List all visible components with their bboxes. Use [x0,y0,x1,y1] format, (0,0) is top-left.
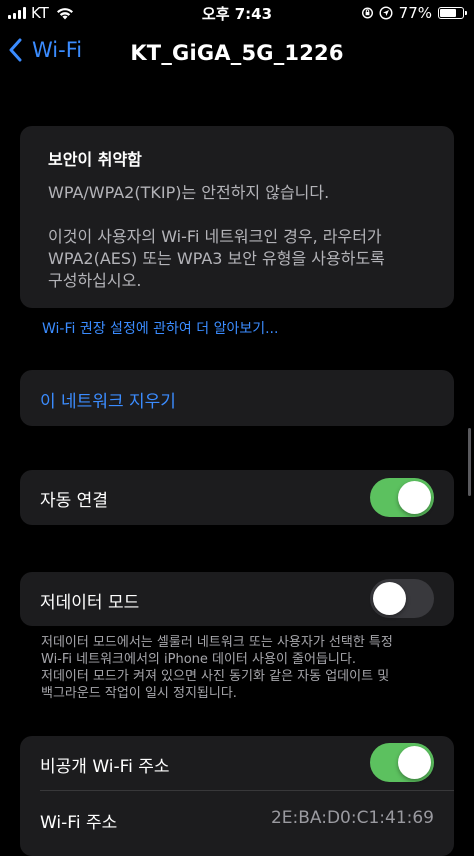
navigation-bar: Wi-Fi KT_GiGA_5G_1226 [0,30,474,76]
low-data-mode-label: 저데이터 모드 [40,593,140,613]
battery-icon [438,7,467,19]
forget-network-button[interactable]: 이 네트워크 지우기 [40,387,176,412]
warning-line: WPA/WPA2(TKIP)는 안전하지 않습니다. [48,183,330,202]
auto-join-label: 자동 연결 [40,491,108,511]
location-icon [379,6,393,20]
wifi-address-value: 2E:BA:D0:C1:41:69 [270,808,434,828]
row-divider [40,790,454,791]
toggle-knob [398,746,431,779]
status-bar: KT 오후 7:43 77% [0,0,474,26]
note-line: 저데이터 모드가 켜져 있으면 사진 동기화 같은 자동 업데이트 및 [41,669,390,684]
status-bar-right: 77% [361,4,467,22]
toggle-knob [398,481,431,514]
low-data-mode-toggle[interactable] [370,579,434,618]
security-warning-card: 보안이 취약함 WPA/WPA2(TKIP)는 안전하지 않습니다. 이것이 사… [20,126,454,308]
note-line: 저데이터 모드에서는 셀룰러 네트워크 또는 사용자가 선택한 특정 [41,635,393,650]
battery-level [440,9,456,17]
security-warning-title: 보안이 취약함 [48,150,142,169]
learn-more-link[interactable]: Wi-Fi 권장 설정에 관하여 더 알아보기... [42,318,278,338]
private-address-card: 비공개 Wi-Fi 주소 Wi-Fi 주소 2E:BA:D0:C1:41:69 [20,736,454,856]
page-title: KT_GiGA_5G_1226 [130,41,344,65]
private-address-toggle[interactable] [370,743,434,782]
note-line: Wi-Fi 네트워크에서의 iPhone 데이터 사용이 줄어듭니다. [41,652,356,667]
private-address-label: 비공개 Wi-Fi 주소 [40,757,170,777]
low-data-mode-row: 저데이터 모드 [20,572,454,626]
warning-line: 구성하십시오. [48,271,142,290]
security-warning-text: WPA/WPA2(TKIP)는 안전하지 않습니다. 이것이 사용자의 Wi-F… [48,182,432,292]
warning-line: WPA2(AES) 또는 WPA3 보안 유형을 사용하도록 [48,249,385,268]
note-line: 백그라운드 작업이 일시 정지됩니다. [41,686,237,701]
forget-network-card[interactable]: 이 네트워크 지우기 [20,370,454,426]
wifi-address-label: Wi-Fi 주소 [40,813,118,833]
battery-percentage: 77% [398,4,432,22]
orientation-lock-icon [361,7,373,19]
auto-join-row: 자동 연결 [20,470,454,525]
warning-line: 이것이 사용자의 Wi-Fi 네트워크인 경우, 라우터가 [48,227,382,246]
scrollbar[interactable] [468,428,471,496]
toggle-knob [373,582,406,615]
auto-join-toggle[interactable] [370,478,434,517]
low-data-mode-note: 저데이터 모드에서는 셀룰러 네트워크 또는 사용자가 선택한 특정 Wi-Fi… [41,634,461,702]
